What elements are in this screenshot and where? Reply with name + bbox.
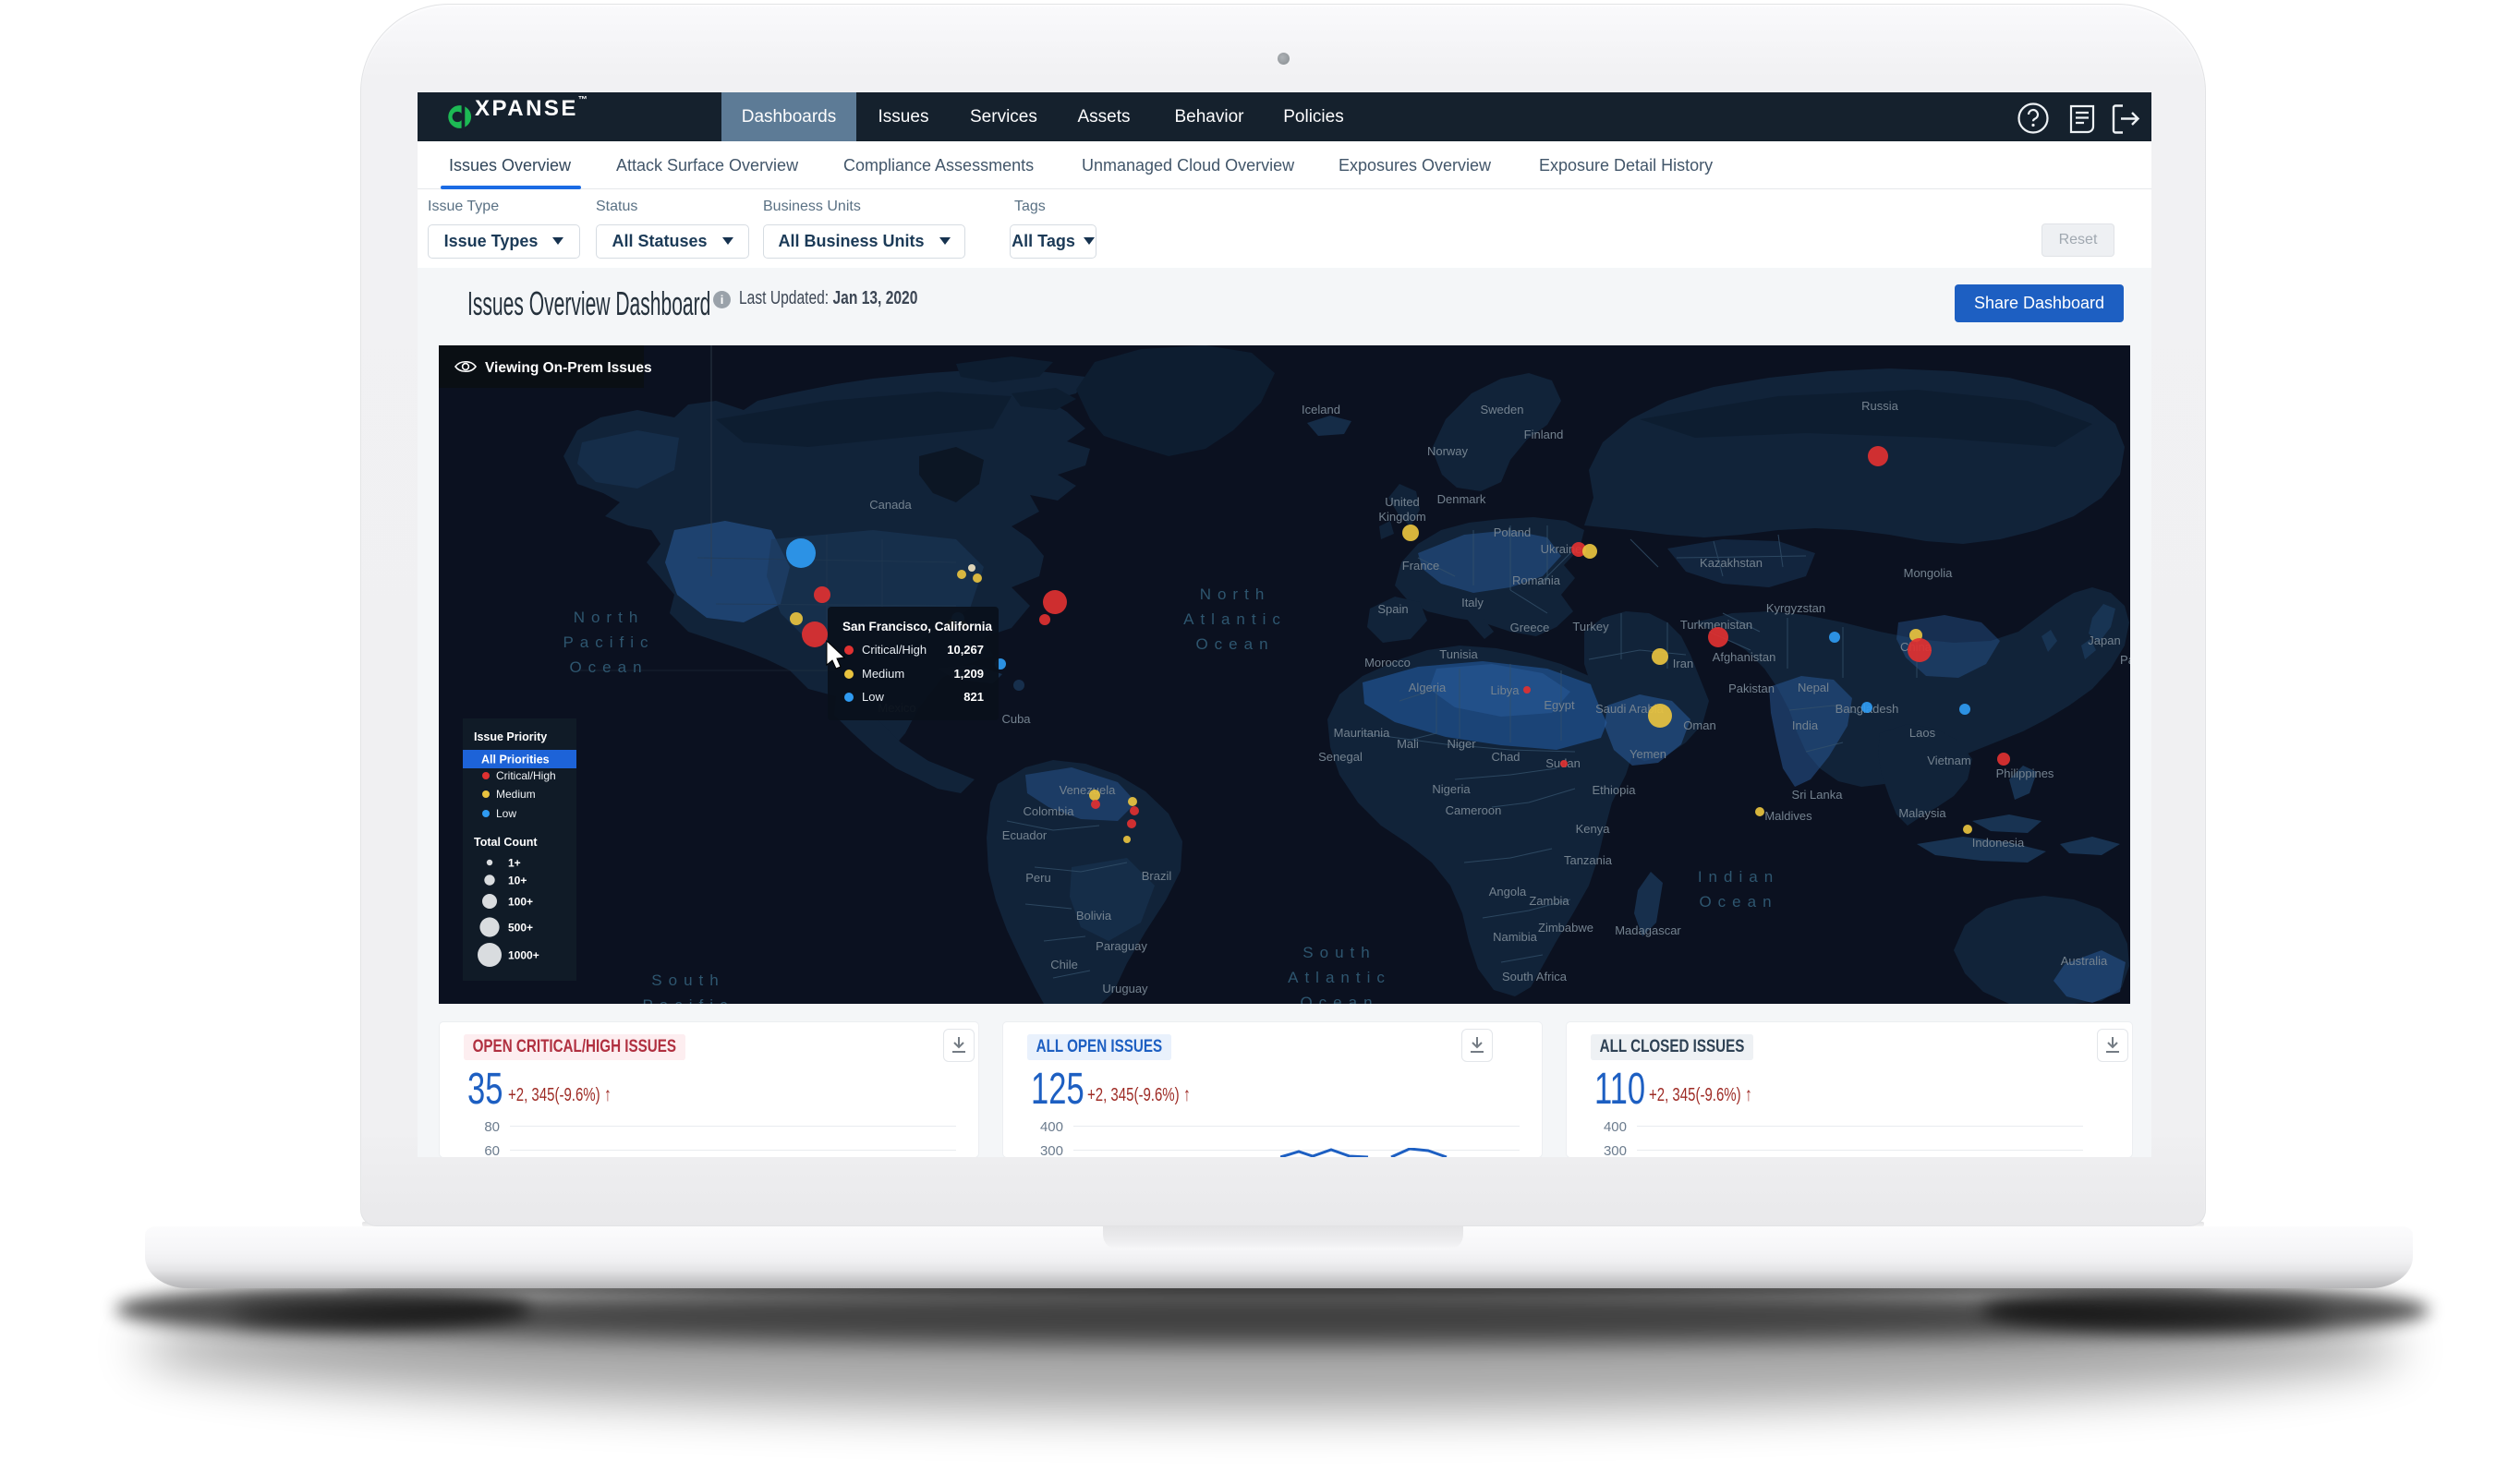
svg-text:Uruguay: Uruguay [1102, 982, 1148, 995]
svg-text:10+: 10+ [508, 875, 527, 887]
svg-text:Nepal: Nepal [1798, 681, 1829, 694]
svg-text:Oman: Oman [1683, 718, 1715, 732]
svg-text:Viewing On-Prem Issues: Viewing On-Prem Issues [485, 360, 652, 376]
svg-text:Paraguay: Paraguay [1096, 939, 1147, 953]
svg-text:Ocean: Ocean [1195, 635, 1274, 653]
svg-text:Mauritania: Mauritania [1334, 726, 1390, 740]
svg-text:Maldives: Maldives [1764, 809, 1812, 823]
svg-text:Iran: Iran [1673, 657, 1693, 670]
svg-text:Kingdom: Kingdom [1378, 510, 1425, 524]
svg-text:Pacific: Pacific [642, 996, 733, 1004]
svg-text:Atlantic: Atlantic [1183, 610, 1287, 628]
svg-text:Italy: Italy [1461, 596, 1484, 609]
svg-text:Cameroon: Cameroon [1446, 803, 1502, 817]
svg-text:Tanzania: Tanzania [1564, 853, 1613, 867]
svg-text:Pakistan: Pakistan [1728, 682, 1775, 695]
svg-text:Pa: Pa [2120, 653, 2130, 667]
svg-text:821: 821 [963, 690, 984, 704]
svg-text:Nigeria: Nigeria [1432, 782, 1471, 796]
svg-text:Algeria: Algeria [1409, 681, 1447, 694]
svg-text:Chile: Chile [1050, 958, 1078, 971]
svg-text:Senegal: Senegal [1318, 750, 1363, 764]
svg-text:Vietnam: Vietnam [1927, 754, 1970, 767]
svg-text:10,267: 10,267 [947, 643, 984, 657]
svg-text:Libya: Libya [1490, 683, 1520, 697]
svg-text:Ocean: Ocean [1300, 994, 1378, 1004]
svg-text:100+: 100+ [508, 896, 533, 909]
svg-text:Iceland: Iceland [1302, 403, 1340, 416]
svg-text:Australia: Australia [2061, 954, 2108, 968]
svg-text:Pacific: Pacific [563, 633, 654, 651]
svg-text:Zambia: Zambia [1529, 894, 1569, 908]
svg-text:South Africa: South Africa [1502, 970, 1568, 983]
svg-text:Sweden: Sweden [1481, 403, 1524, 416]
svg-text:500+: 500+ [508, 922, 533, 935]
svg-text:Namibia: Namibia [1493, 930, 1537, 944]
svg-text:Japan: Japan [2088, 633, 2120, 647]
svg-text:Niger: Niger [1447, 737, 1476, 751]
svg-text:Madagascar: Madagascar [1615, 923, 1681, 937]
svg-text:North: North [1200, 585, 1271, 603]
svg-text:Afghanistan: Afghanistan [1713, 650, 1776, 664]
svg-text:United: United [1385, 495, 1420, 509]
svg-text:Angola: Angola [1489, 885, 1527, 899]
svg-text:Kyrgyzstan: Kyrgyzstan [1766, 601, 1825, 615]
svg-text:San Francisco, California: San Francisco, California [842, 620, 993, 633]
svg-text:Mali: Mali [1397, 737, 1419, 751]
svg-text:Issue Priority: Issue Priority [474, 730, 547, 743]
svg-text:Brazil: Brazil [1142, 869, 1172, 883]
svg-text:Low: Low [496, 807, 516, 820]
svg-text:India: India [1792, 718, 1819, 732]
svg-text:Yemen: Yemen [1630, 747, 1666, 761]
svg-text:Russia: Russia [1861, 399, 1899, 413]
svg-text:Ocean: Ocean [569, 658, 648, 676]
svg-text:Spain: Spain [1377, 602, 1408, 616]
svg-text:Ecuador: Ecuador [1002, 828, 1048, 842]
svg-text:Critical/High: Critical/High [496, 769, 556, 782]
svg-text:Philippines: Philippines [1996, 766, 2054, 780]
svg-text:1,209: 1,209 [953, 667, 984, 681]
svg-text:France: France [1402, 559, 1439, 573]
svg-text:Canada: Canada [869, 498, 912, 512]
svg-text:Greece: Greece [1510, 621, 1550, 634]
svg-text:North: North [574, 609, 645, 626]
svg-text:Mongolia: Mongolia [1904, 566, 1954, 580]
svg-text:Indian: Indian [1698, 868, 1779, 886]
svg-text:Critical/High: Critical/High [862, 643, 927, 657]
svg-text:South: South [651, 971, 724, 989]
svg-text:Norway: Norway [1427, 444, 1469, 458]
svg-text:Indonesia: Indonesia [1972, 836, 2025, 850]
svg-text:Atlantic: Atlantic [1288, 969, 1391, 986]
svg-text:Total Count: Total Count [474, 836, 538, 849]
svg-text:Romania: Romania [1512, 573, 1561, 587]
svg-text:Peru: Peru [1025, 871, 1050, 885]
svg-text:Zimbabwe: Zimbabwe [1538, 921, 1593, 935]
svg-text:Chad: Chad [1491, 750, 1520, 764]
svg-text:Colombia: Colombia [1024, 804, 1075, 818]
svg-text:Bolivia: Bolivia [1076, 909, 1112, 923]
svg-text:1000+: 1000+ [508, 949, 539, 962]
svg-text:South: South [1302, 944, 1375, 961]
svg-text:Kenya: Kenya [1576, 822, 1611, 836]
svg-text:Ethiopia: Ethiopia [1593, 783, 1637, 797]
svg-text:Sri Lanka: Sri Lanka [1792, 788, 1844, 802]
svg-text:Morocco: Morocco [1364, 656, 1411, 670]
svg-text:All Priorities: All Priorities [481, 754, 550, 766]
svg-text:Egypt: Egypt [1544, 698, 1575, 712]
svg-text:Denmark: Denmark [1437, 492, 1486, 506]
svg-text:Malaysia: Malaysia [1898, 806, 1946, 820]
svg-text:Finland: Finland [1524, 428, 1564, 441]
svg-text:Poland: Poland [1494, 525, 1531, 539]
svg-text:Cuba: Cuba [1001, 712, 1031, 726]
svg-text:Medium: Medium [862, 667, 904, 681]
svg-text:Laos: Laos [1909, 726, 1936, 740]
svg-text:Ocean: Ocean [1699, 893, 1777, 911]
svg-text:Tunisia: Tunisia [1439, 647, 1478, 661]
svg-text:1+: 1+ [508, 857, 521, 870]
svg-text:Low: Low [862, 690, 884, 704]
svg-text:Venezuela: Venezuela [1060, 783, 1116, 797]
svg-text:Medium: Medium [496, 788, 536, 801]
svg-text:Turkey: Turkey [1572, 620, 1609, 633]
svg-text:Kazakhstan: Kazakhstan [1700, 556, 1763, 570]
